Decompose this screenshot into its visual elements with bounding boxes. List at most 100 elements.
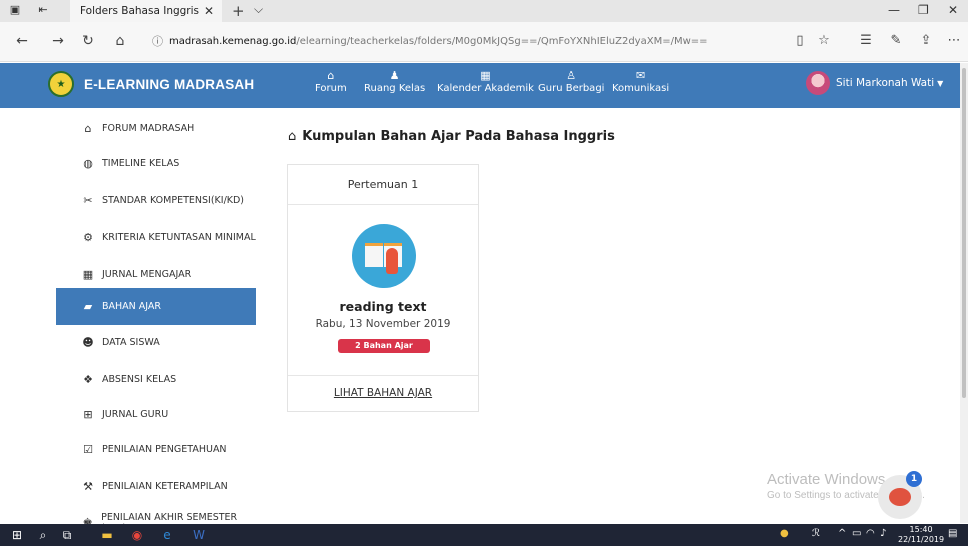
material-title: reading text — [339, 299, 427, 314]
sidebar-item-forum-madrasah[interactable]: ⌂ FORUM MADRASAH — [56, 110, 256, 147]
nav-ruang-kelas-label: Ruang Kelas — [364, 83, 426, 94]
windows-start-icon[interactable]: ⊞ — [8, 527, 26, 543]
book-icon — [352, 224, 416, 288]
chat-bubble-icon — [889, 488, 911, 506]
chat-button[interactable]: 1 — [878, 471, 922, 519]
task-view-icon[interactable]: ⧉ — [58, 527, 76, 543]
info-icon[interactable]: ⓘ — [152, 33, 163, 49]
mail-icon: ✉ — [635, 69, 646, 82]
chat-count-badge: 1 — [906, 471, 922, 487]
browser-tab[interactable]: Folders Bahasa Inggris ✕ — [70, 0, 222, 22]
refresh-icon[interactable]: ↻ — [80, 33, 96, 49]
url-path: /elearning/teacherkelas/folders/M0g0MkJQ… — [296, 35, 708, 47]
sidebar-item-penilaian-pengetahuan[interactable]: ☑ PENILAIAN PENGETAHUAN — [56, 431, 256, 468]
handshake-icon: ❖ — [83, 373, 93, 386]
forward-icon[interactable]: → — [50, 33, 66, 49]
classroom-icon: ♟ — [389, 69, 400, 82]
tray-app-icon[interactable]: ● — [780, 528, 789, 539]
browser-tab-strip: ▣ ⇤ Folders Bahasa Inggris ✕ + ⌵ — ❐ ✕ — [0, 0, 968, 22]
tab-actions-icon[interactable]: ▣ — [8, 4, 22, 16]
chevron-down-icon[interactable]: ⌵ — [254, 2, 263, 17]
cutlery-icon: ✂ — [83, 194, 93, 207]
users-icon: ☻ — [82, 336, 94, 349]
nav-guru-berbagi-label: Guru Berbagi — [538, 83, 605, 94]
clock-time: 15:40 — [909, 525, 933, 534]
page-title: ⌂ Kumpulan Bahan Ajar Pada Bahasa Inggri… — [286, 122, 906, 150]
chrome-icon[interactable]: ◉ — [128, 527, 146, 543]
more-icon[interactable]: ⋯ — [946, 33, 962, 48]
people-icon[interactable]: ℛ — [812, 528, 820, 539]
sidebar-item-jurnal-guru[interactable]: ⊞ JURNAL GURU — [56, 396, 256, 433]
close-window-icon[interactable]: ✕ — [948, 3, 958, 17]
sidebar-item-label: PENILAIAN PENGETAHUAN — [102, 444, 227, 455]
user-name: Siti Markonah Wati — [836, 77, 935, 89]
edge-icon[interactable]: e — [158, 527, 176, 543]
user-menu[interactable]: Siti Markonah Wati ▼ — [806, 71, 943, 95]
madrasah-logo[interactable]: ★ — [48, 71, 74, 97]
calendar-icon: ▦ — [82, 268, 94, 281]
restore-icon[interactable]: ❐ — [918, 3, 929, 17]
brand-title[interactable]: E-LEARNING MADRASAH — [84, 77, 254, 92]
sidebar-item-label: STANDAR KOMPETENSI(KI/KD) — [102, 195, 245, 206]
chevron-up-icon[interactable]: ^ — [838, 528, 846, 539]
nav-guru-berbagi[interactable]: ♙ Guru Berbagi — [538, 69, 604, 94]
new-tab-icon[interactable]: + — [232, 2, 245, 20]
sidebar-item-label: JURNAL MENGAJAR — [102, 269, 192, 280]
sidebar-item-standar-kompetensi[interactable]: ✂ STANDAR KOMPETENSI(KI/KD) — [56, 182, 256, 219]
book-page-left — [365, 243, 383, 267]
clock-date: 22/11/2019 — [898, 535, 945, 544]
sidebar-item-timeline-kelas[interactable]: ◍ TIMELINE KELAS — [56, 145, 256, 182]
sidebar-item-data-siswa[interactable]: ☻ DATA SISWA — [56, 324, 256, 361]
home-icon[interactable]: ⌂ — [112, 33, 128, 49]
calendar-plus-icon: ⊞ — [83, 408, 93, 421]
sidebar-item-label: KRITERIA KETUNTASAN MINIMAL — [102, 232, 256, 243]
material-card: Pertemuan 1 reading text Rabu, 13 Novemb… — [287, 164, 479, 412]
nav-forum[interactable]: ⌂ Forum — [315, 69, 347, 94]
sidebar: ⌂ FORUM MADRASAH ◍ TIMELINE KELAS ✂ STAN… — [56, 108, 256, 525]
battery-icon[interactable]: ▭ — [852, 528, 861, 539]
nav-kalender-akademik[interactable]: ▦ Kalender Akademik — [437, 69, 534, 94]
address-bar[interactable]: ⓘ madrasah.kemenag.go.id/elearning/teach… — [152, 30, 802, 52]
word-icon[interactable]: W — [190, 527, 208, 543]
clock[interactable]: 15:40 22/11/2019 — [898, 525, 944, 545]
minimize-icon[interactable]: — — [888, 3, 900, 17]
notifications-icon[interactable]: ▤ — [948, 528, 957, 539]
sidebar-item-label: JURNAL GURU — [102, 409, 169, 420]
material-date: Rabu, 13 November 2019 — [315, 318, 451, 330]
nav-komunikasi[interactable]: ✉ Komunikasi — [612, 69, 669, 94]
sidebar-item-absensi-kelas[interactable]: ❖ ABSENSI KELAS — [56, 361, 256, 398]
sidebar-item-kkm[interactable]: ⚙ KRITERIA KETUNTASAN MINIMAL — [56, 219, 256, 256]
search-icon[interactable]: ⌕ — [34, 527, 52, 543]
user-icon: ♙ — [566, 69, 577, 82]
browser-tab-title: Folders Bahasa Inggris — [80, 5, 200, 17]
sidebar-item-bahan-ajar[interactable]: ▰ BAHAN AJAR — [56, 288, 256, 325]
nav-kalender-label: Kalender Akademik — [437, 83, 534, 94]
windows-taskbar: ⊞ ⌕ ⧉ ▬ ◉ e W ● ℛ ^ ▭ ◠ ♪ 15:40 22/11/20… — [0, 524, 968, 546]
pen-icon[interactable]: ✎ — [888, 33, 904, 48]
globe-icon: ◍ — [83, 157, 93, 170]
page-scrollbar-thumb[interactable] — [962, 68, 966, 398]
volume-icon[interactable]: ♪ — [880, 528, 886, 539]
back-icon[interactable]: ← — [14, 33, 30, 49]
favorite-icon[interactable]: ☆ — [816, 33, 832, 48]
page-title-text: Kumpulan Bahan Ajar Pada Bahasa Inggris — [302, 128, 615, 144]
share-icon[interactable]: ⇪ — [918, 33, 934, 48]
sidebar-item-label: BAHAN AJAR — [102, 301, 162, 312]
nav-ruang-kelas[interactable]: ♟ Ruang Kelas — [364, 69, 425, 94]
status-badge: 2 Bahan Ajar Tersedia — [338, 339, 430, 364]
sidebar-item-penilaian-keterampilan[interactable]: ⚒ PENILAIAN KETERAMPILAN — [56, 468, 256, 505]
file-explorer-icon[interactable]: ▬ — [98, 527, 116, 543]
sidebar-item-label: PENILAIAN KETERAMPILAN — [102, 481, 228, 492]
app-header: ★ E-LEARNING MADRASAH ⌂ Forum ♟ Ruang Ke… — [0, 63, 968, 108]
view-material-link[interactable]: LIHAT BAHAN AJAR — [288, 387, 478, 399]
sidebar-item-label: FORUM MADRASAH — [102, 123, 195, 134]
folder-open-icon: ▰ — [83, 300, 93, 313]
sidebar-item-pas[interactable]: ♚ PENILAIAN AKHIR SEMESTER (PAS) — [56, 504, 256, 526]
tab-aside-icon[interactable]: ⇤ — [36, 4, 50, 16]
close-tab-icon[interactable]: ✕ — [204, 4, 214, 18]
favorites-list-icon[interactable]: ☰ — [858, 33, 874, 48]
wifi-icon[interactable]: ◠ — [866, 528, 875, 539]
reading-view-icon[interactable]: ▯ — [792, 33, 808, 48]
sidebar-item-label: TIMELINE KELAS — [102, 158, 180, 169]
users-cog-icon: ⚙ — [83, 231, 93, 244]
